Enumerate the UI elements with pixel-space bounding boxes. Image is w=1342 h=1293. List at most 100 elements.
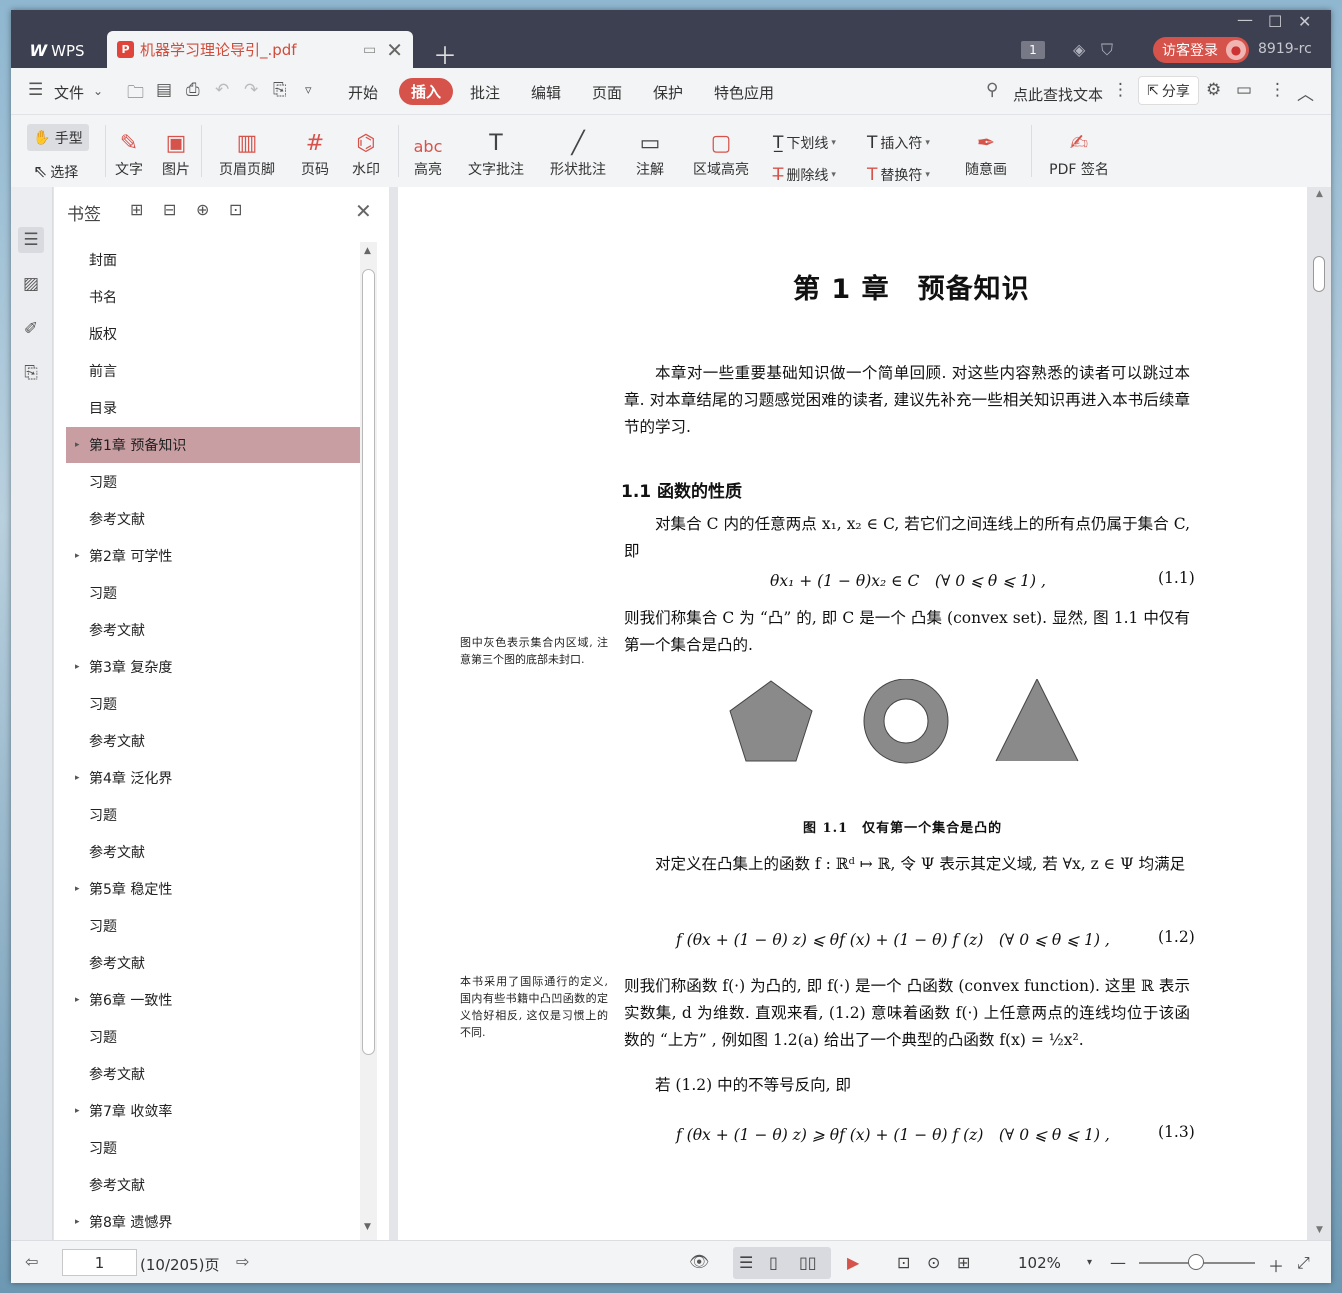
fit-width-icon[interactable]: ⊞ xyxy=(957,1253,970,1272)
menu-special[interactable]: 特色应用 xyxy=(714,82,774,103)
eye-protection-icon[interactable]: 👁 xyxy=(689,1252,709,1271)
document-scrollbar[interactable]: ▲ ▼ xyxy=(1307,187,1331,1240)
bookmark-item[interactable]: 习题 xyxy=(66,575,361,611)
strikethrough-button[interactable]: T̶ 删除线 ▾ xyxy=(773,165,836,185)
document-tab[interactable]: P 机器学习理论导引_.pdf ▭ ✕ xyxy=(107,31,413,68)
text-annotation-button[interactable]: T 文字批注 xyxy=(464,119,528,183)
bookmark-item[interactable]: 参考文献 xyxy=(66,501,361,537)
monitor-icon[interactable]: ▭ xyxy=(363,42,376,58)
bookmark-item[interactable]: 参考文献 xyxy=(66,945,361,981)
save-icon[interactable]: ▤ xyxy=(156,80,172,100)
bookmark-item[interactable]: ▸ 第4章 泛化界 xyxy=(66,760,361,796)
two-page-view-icon[interactable]: ▯▯ xyxy=(799,1253,817,1272)
settings-gear-icon[interactable]: ⚙ xyxy=(1206,80,1221,100)
expand-arrow-icon[interactable]: ▸ xyxy=(75,1217,80,1227)
menu-edit[interactable]: 编辑 xyxy=(531,82,561,103)
actual-size-icon[interactable]: ⊡ xyxy=(897,1253,910,1272)
zoom-dropdown-icon[interactable]: ▾ xyxy=(1087,1257,1092,1268)
insert-image-button[interactable]: ▣ 图片 xyxy=(158,119,194,183)
zoom-out-icon[interactable]: — xyxy=(1110,1253,1126,1272)
expand-all-icon[interactable]: ⊞ xyxy=(130,200,143,219)
insert-text-button[interactable]: ✎ 文字 xyxy=(111,119,147,183)
collapse-ribbon-icon[interactable]: ︿ xyxy=(1297,80,1314,105)
maximize-icon[interactable]: ☐ xyxy=(1268,12,1282,31)
thumbnail-icon[interactable]: ▨ xyxy=(18,271,44,297)
scroll-down-icon[interactable]: ▼ xyxy=(364,1222,371,1232)
bookmark-item[interactable]: 参考文献 xyxy=(66,1167,361,1203)
expand-arrow-icon[interactable]: ▸ xyxy=(75,995,80,1005)
guest-login-button[interactable]: 访客登录 ● xyxy=(1153,37,1249,63)
redo-icon[interactable]: ↷ xyxy=(244,80,258,100)
shirt-icon[interactable]: ⛉ xyxy=(1101,40,1113,60)
expand-arrow-icon[interactable]: ▸ xyxy=(75,551,80,561)
area-highlight-button[interactable]: ▢ 区域高亮 xyxy=(685,119,757,183)
new-tab-icon[interactable]: ＋ xyxy=(433,36,457,71)
bookmark-item[interactable]: 参考文献 xyxy=(66,1056,361,1092)
pdf-sign-button[interactable]: ✍ PDF 签名 xyxy=(1042,119,1116,183)
play-slideshow-icon[interactable]: ▶ xyxy=(847,1253,859,1272)
bookmark-item[interactable]: 习题 xyxy=(66,908,361,944)
share-button[interactable]: ⇱ 分享 xyxy=(1138,76,1199,105)
bookmark-item[interactable]: ▸ 第3章 复杂度 xyxy=(66,649,361,685)
annotation-pen-icon[interactable]: ✐ xyxy=(18,316,44,342)
menu-file[interactable]: 文件 xyxy=(54,82,84,103)
next-page-icon[interactable]: ⇨ xyxy=(236,1252,249,1271)
bookmark-item[interactable]: 习题 xyxy=(66,1019,361,1055)
search-text-button[interactable]: 点此查找文本 xyxy=(1013,84,1103,105)
print-icon[interactable]: ⎙ xyxy=(186,80,200,100)
bookmark-item[interactable]: 习题 xyxy=(66,1130,361,1166)
bookmark-item[interactable]: 版权 xyxy=(66,316,361,352)
freehand-button[interactable]: ✒ 随意画 xyxy=(957,119,1015,183)
bookmark-settings-icon[interactable]: ⊡ xyxy=(229,200,242,219)
hand-tool-button[interactable]: ✋ 手型 xyxy=(27,124,89,151)
export-icon[interactable]: ⎘ xyxy=(273,80,287,100)
fullscreen-icon[interactable]: ⤢ xyxy=(1297,1253,1310,1273)
bookmark-item[interactable]: ▸ 第2章 可学性 xyxy=(66,538,361,574)
scroll-up-icon[interactable]: ▲ xyxy=(364,246,371,256)
bookmark-scrollbar[interactable]: ▲ ▼ xyxy=(360,242,377,1240)
more-options-icon[interactable]: ⋮ xyxy=(1269,80,1286,100)
menu-insert[interactable]: 插入 xyxy=(399,78,453,105)
note-button[interactable]: ▭ 注解 xyxy=(627,119,673,183)
zoom-slider-knob[interactable] xyxy=(1188,1254,1204,1270)
bookmark-item[interactable]: 参考文献 xyxy=(66,612,361,648)
zoom-level[interactable]: 102% xyxy=(1018,1254,1061,1272)
doc-scroll-up-icon[interactable]: ▲ xyxy=(1316,189,1323,199)
close-tab-icon[interactable]: ✕ xyxy=(386,38,403,62)
doc-scroll-down-icon[interactable]: ▼ xyxy=(1316,1225,1323,1235)
fit-page-icon[interactable]: ⊙ xyxy=(927,1253,940,1272)
document-scroll-thumb[interactable] xyxy=(1313,256,1325,292)
add-bookmark-icon[interactable]: ⊕ xyxy=(196,200,209,219)
menu-page[interactable]: 页面 xyxy=(592,82,622,103)
page-number-input[interactable]: 1 xyxy=(62,1249,137,1276)
bookmark-scroll-thumb[interactable] xyxy=(362,269,375,1055)
bookmark-list-icon[interactable]: ☰ xyxy=(18,227,44,253)
bookmark-item[interactable]: 封面 xyxy=(66,242,361,278)
chevron-down-icon[interactable]: ⌄ xyxy=(93,84,103,98)
hamburger-icon[interactable]: ☰ xyxy=(28,80,43,100)
bookmark-item[interactable]: ▸ 第7章 收敛率 xyxy=(66,1093,361,1129)
replace-mark-button[interactable]: T 替换符 ▾ xyxy=(867,165,930,185)
menu-annotate[interactable]: 批注 xyxy=(470,82,500,103)
skin-icon[interactable]: ◈ xyxy=(1073,40,1085,59)
expand-arrow-icon[interactable]: ▸ xyxy=(75,1106,80,1116)
bookmark-item[interactable]: ▸ 第8章 遗憾界 xyxy=(66,1204,361,1240)
watermark-button[interactable]: ⌬ 水印 xyxy=(345,119,387,183)
highlight-button[interactable]: abc 高亮 xyxy=(407,119,449,183)
more-chevron-icon[interactable]: ▿ xyxy=(305,83,312,98)
close-panel-icon[interactable]: ✕ xyxy=(355,199,372,223)
expand-arrow-icon[interactable]: ▸ xyxy=(75,440,80,450)
bookmark-item[interactable]: 目录 xyxy=(66,390,361,426)
signature-icon[interactable]: ⎘ xyxy=(18,360,44,386)
zoom-in-icon[interactable]: ＋ xyxy=(1268,1253,1284,1277)
open-folder-icon[interactable]: 🗀 xyxy=(127,80,144,109)
expand-arrow-icon[interactable]: ▸ xyxy=(75,662,80,672)
more-vertical-icon[interactable]: ⋮ xyxy=(1112,80,1129,100)
header-footer-button[interactable]: ▥ 页眉页脚 xyxy=(210,119,284,183)
insert-mark-button[interactable]: T 插入符 ▾ xyxy=(867,133,930,153)
page-number-button[interactable]: # 页码 xyxy=(295,119,335,183)
expand-arrow-icon[interactable]: ▸ xyxy=(75,773,80,783)
bookmark-item[interactable]: ▸ 第1章 预备知识 xyxy=(66,427,361,463)
wps-home-button[interactable]: W WPS xyxy=(15,33,99,68)
bookmark-item[interactable]: 习题 xyxy=(66,464,361,500)
